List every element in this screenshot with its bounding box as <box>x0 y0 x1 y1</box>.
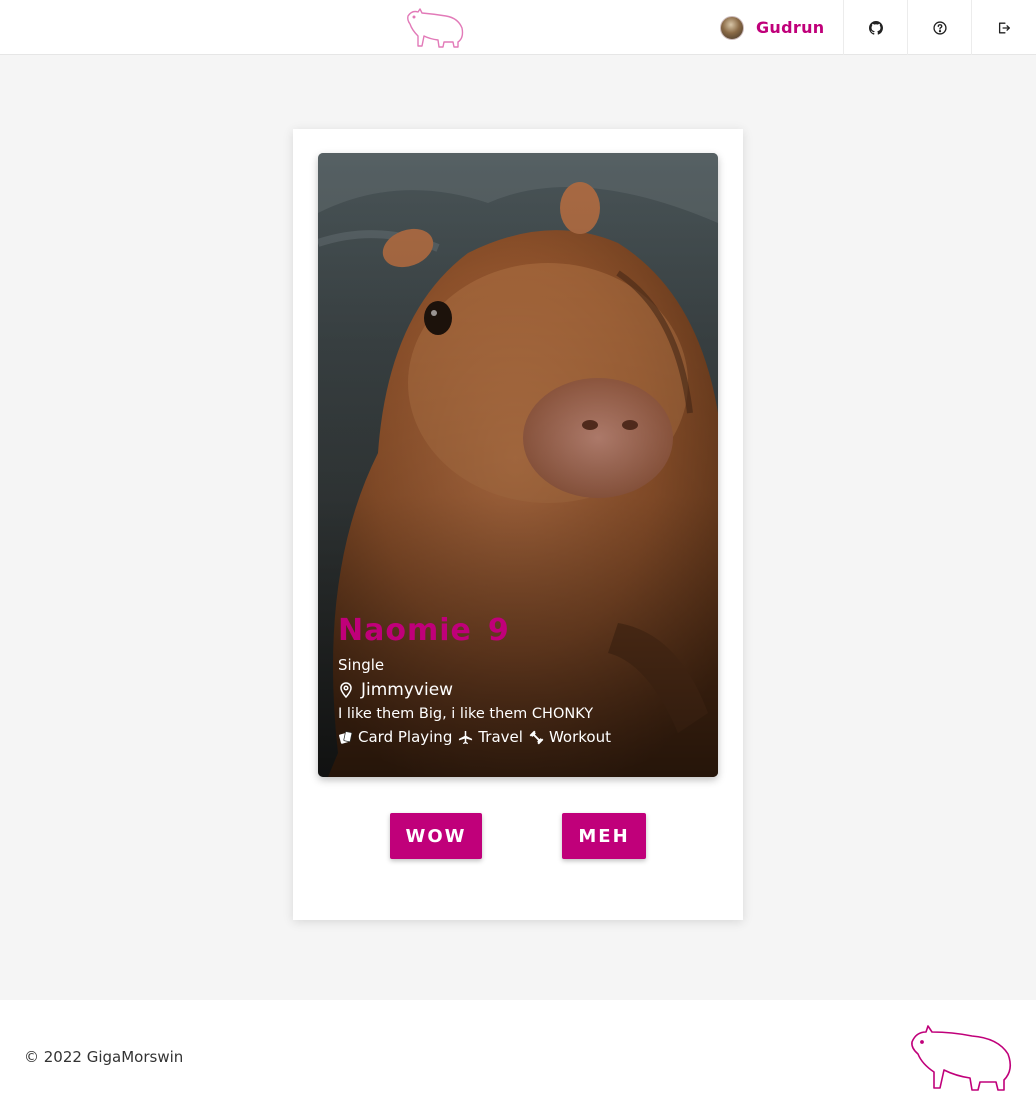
location-text: Jimmyview <box>361 680 454 700</box>
meh-button[interactable]: MEH <box>562 813 646 859</box>
user-name[interactable]: Gudrun <box>756 18 824 37</box>
top-navbar: Gudrun <box>0 0 1036 55</box>
interest-item: Card Playing <box>338 728 452 746</box>
interests-list: Card Playing Travel Workout <box>338 728 708 746</box>
cards-icon <box>339 730 353 744</box>
user-avatar[interactable] <box>720 15 744 40</box>
capybara-logo-icon[interactable] <box>404 6 466 50</box>
copyright-text: © 2022 GigaMorswin <box>24 1048 184 1066</box>
dumbbell-icon <box>529 730 544 744</box>
github-button[interactable] <box>843 0 907 55</box>
airplane-icon <box>459 730 473 744</box>
interest-label: Travel <box>478 728 523 746</box>
github-icon <box>868 20 883 35</box>
profile-age: 9 <box>487 613 509 648</box>
footer: © 2022 GigaMorswin <box>0 1000 1036 1116</box>
profile-info: Naomie 9 Single Jimmyview I like them Bi… <box>338 613 708 746</box>
help-circle-icon <box>932 20 947 35</box>
profile-name: Naomie <box>338 613 472 648</box>
interest-item: Travel <box>458 728 523 746</box>
name-row: Naomie 9 <box>338 613 708 648</box>
logout-icon <box>998 22 1010 33</box>
profile-card[interactable]: Naomie 9 Single Jimmyview I like them Bi… <box>318 153 718 777</box>
user-profile-link[interactable]: Gudrun <box>720 0 824 55</box>
profile-bio: I like them Big, i like them CHONKY <box>338 706 594 722</box>
interest-label: Workout <box>548 728 611 746</box>
wow-button[interactable]: WOW <box>390 813 482 859</box>
capybara-logo-icon <box>911 1025 1012 1091</box>
location: Jimmyview <box>338 680 708 700</box>
interest-label: Card Playing <box>358 728 453 746</box>
interest-item: Workout <box>529 728 611 746</box>
logout-button[interactable] <box>971 0 1035 55</box>
match-panel: Naomie 9 Single Jimmyview I like them Bi… <box>293 129 743 920</box>
location-pin-icon <box>340 682 352 698</box>
relationship-status: Single <box>338 656 385 674</box>
help-button[interactable] <box>907 0 971 55</box>
